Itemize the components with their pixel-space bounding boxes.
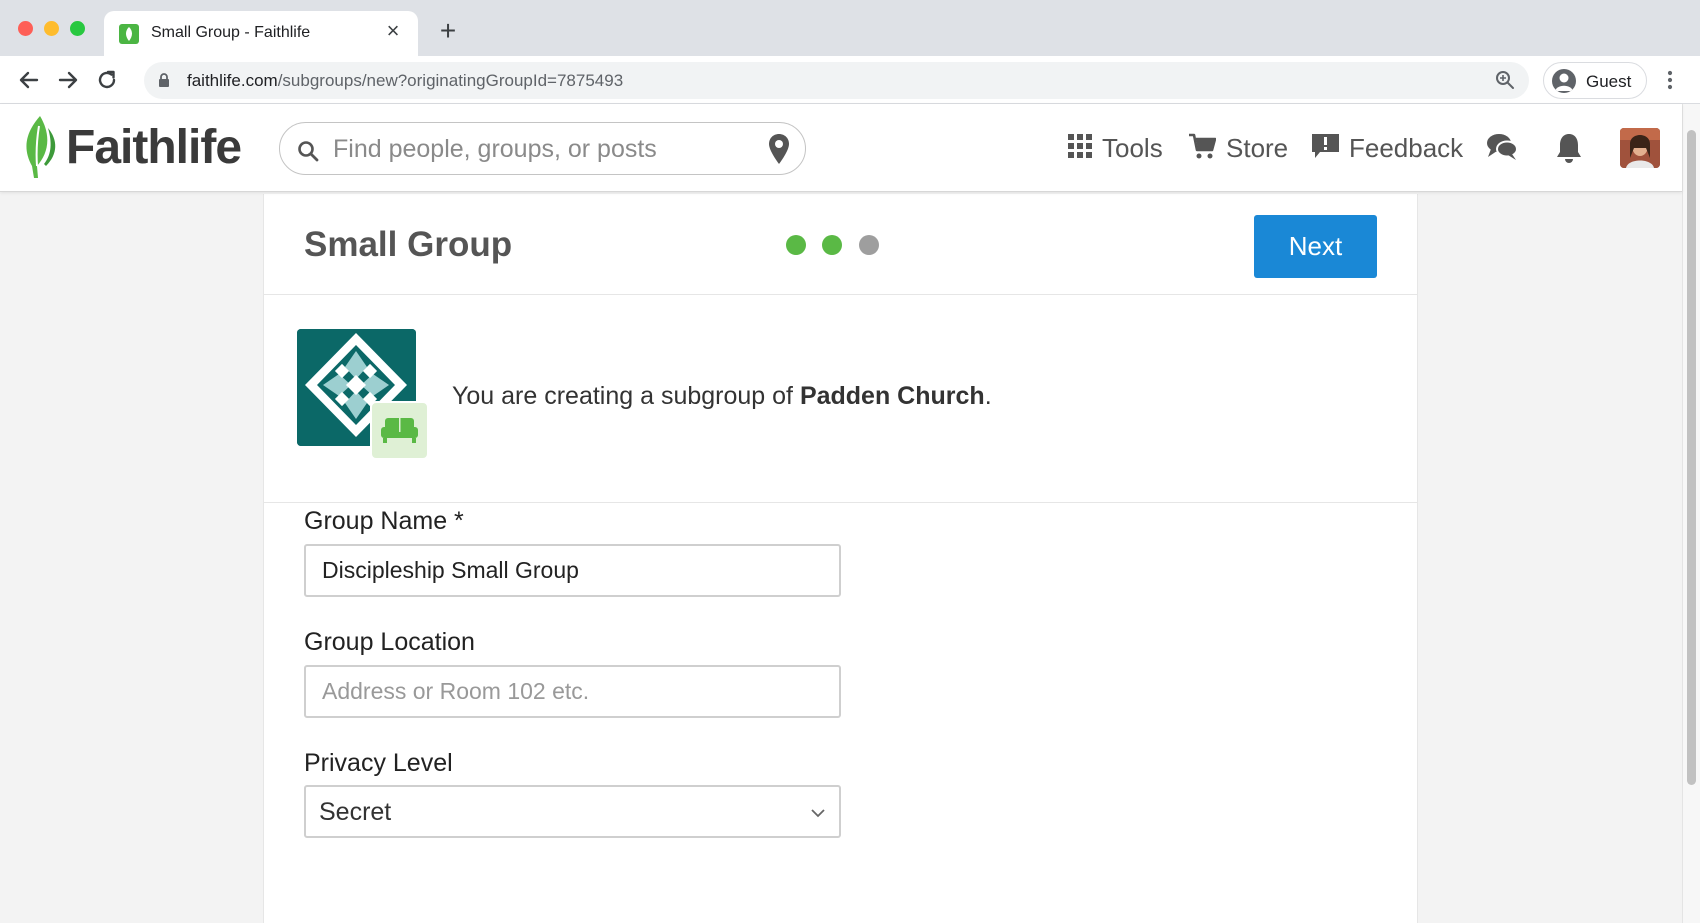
logo-text: Faithlife (66, 121, 242, 174)
chat-icon[interactable] (1486, 132, 1518, 167)
cart-icon (1188, 132, 1217, 165)
profile-label: Guest (1586, 72, 1632, 91)
search-input[interactable] (333, 133, 733, 165)
url-text[interactable]: faithlife.com/subgroups/new?originatingG… (187, 71, 623, 91)
search-icon (297, 140, 319, 167)
nav-store[interactable]: Store (1188, 131, 1288, 165)
nav-tools[interactable]: Tools (1068, 131, 1163, 165)
step-indicator-1 (786, 235, 806, 255)
group-name-input[interactable] (304, 544, 841, 597)
small-group-sofa-icon (370, 401, 429, 460)
step-indicator-2 (822, 235, 842, 255)
location-pin-icon[interactable] (768, 133, 790, 170)
window-close-button[interactable] (18, 21, 33, 36)
faithlife-leaf-icon (18, 114, 62, 185)
lock-icon[interactable] (158, 73, 170, 93)
faithlife-favicon-icon (119, 24, 139, 44)
next-button[interactable]: Next (1254, 215, 1377, 278)
tab-close-icon[interactable]: × (382, 20, 404, 42)
create-subgroup-card: Small Group Next You are creating a subg… (263, 194, 1418, 923)
chevron-down-icon (811, 805, 825, 823)
faithlife-logo[interactable]: Faithlife (18, 114, 248, 180)
tab-title: Small Group - Faithlife (151, 24, 311, 41)
site-search-box[interactable] (279, 122, 806, 175)
zoom-icon[interactable] (1495, 70, 1515, 95)
user-avatar[interactable] (1620, 128, 1660, 168)
page-title: Small Group (304, 225, 513, 264)
bell-icon[interactable] (1555, 132, 1583, 169)
group-name-label: Group Name * (304, 507, 464, 535)
browser-profile-button[interactable]: Guest (1543, 62, 1647, 99)
guest-avatar-icon (1552, 69, 1576, 93)
nav-feedback[interactable]: Feedback (1312, 131, 1463, 165)
address-bar[interactable]: faithlife.com/subgroups/new?originatingG… (144, 62, 1529, 99)
window-zoom-button[interactable] (70, 21, 85, 36)
step-indicator-3 (859, 235, 879, 255)
window-minimize-button[interactable] (44, 21, 59, 36)
page-scrollbar[interactable] (1682, 104, 1700, 923)
parent-group-row: You are creating a subgroup of Padden Ch… (264, 295, 1417, 503)
browser-toolbar: faithlife.com/subgroups/new?originatingG… (0, 56, 1700, 104)
reload-icon[interactable] (94, 67, 120, 93)
nav-feedback-label: Feedback (1349, 132, 1464, 163)
subgroup-parent-text: You are creating a subgroup of Padden Ch… (452, 382, 992, 410)
group-location-label: Group Location (304, 628, 475, 656)
privacy-level-value: Secret (319, 798, 392, 826)
privacy-level-label: Privacy Level (304, 749, 453, 777)
site-header: Faithlife Tools Store Feedback (0, 104, 1682, 192)
browser-menu-icon[interactable] (1660, 68, 1680, 92)
scrollbar-thumb[interactable] (1687, 130, 1696, 785)
back-arrow-icon[interactable] (16, 67, 42, 93)
browser-tab-strip: Small Group - Faithlife × + (0, 0, 1700, 56)
forward-arrow-icon[interactable] (55, 67, 81, 93)
parent-group-name: Padden Church (799, 382, 985, 410)
tools-grid-icon (1068, 133, 1092, 163)
nav-store-label: Store (1226, 132, 1289, 163)
privacy-level-select[interactable]: Secret (304, 785, 841, 838)
browser-tab-active[interactable]: Small Group - Faithlife × (104, 11, 418, 56)
card-header: Small Group Next (264, 194, 1417, 295)
group-location-input[interactable] (304, 665, 841, 718)
nav-tools-label: Tools (1102, 132, 1163, 163)
feedback-icon (1312, 132, 1339, 165)
new-tab-button[interactable]: + (436, 17, 460, 45)
